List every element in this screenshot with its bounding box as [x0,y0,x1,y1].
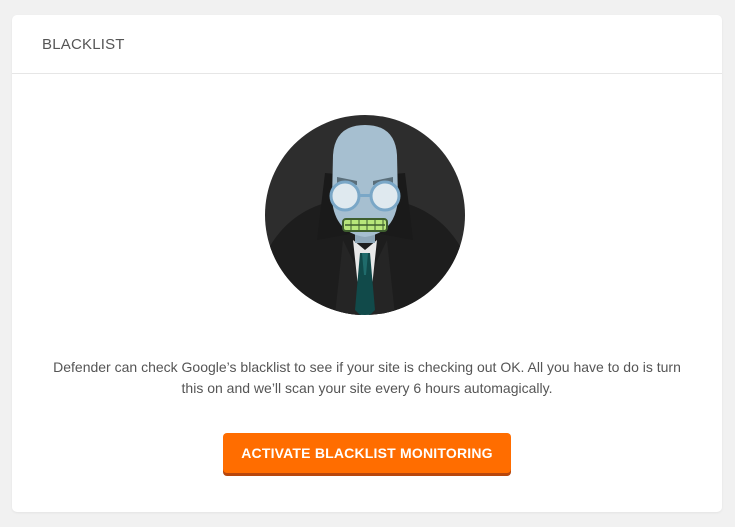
defender-character-icon [265,115,465,315]
blacklist-card: BLACKLIST Defender can check Google’s bl… [12,15,722,512]
description-text: Defender can check Google’s blacklist to… [53,359,681,396]
card-title: BLACKLIST [42,35,125,53]
hero-defender-icon [265,115,465,315]
card-header: BLACKLIST [12,15,722,74]
activate-blacklist-monitoring-button[interactable]: ACTIVATE BLACKLIST MONITORING [223,433,511,473]
